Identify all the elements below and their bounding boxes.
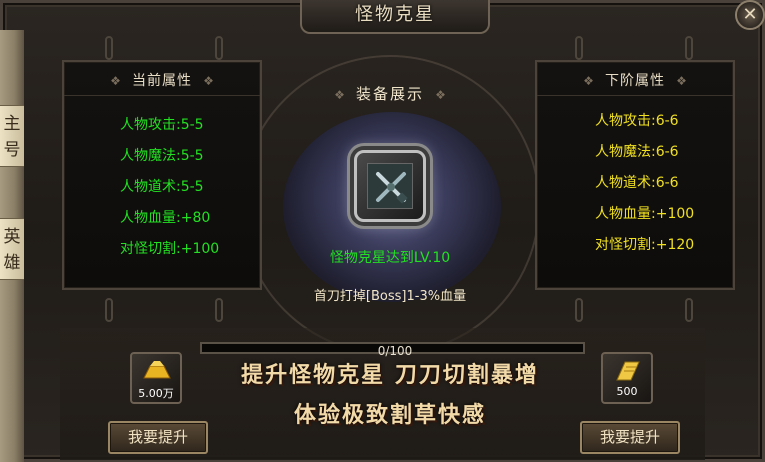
equipment-slot[interactable] bbox=[354, 150, 426, 222]
chain-decoration bbox=[685, 36, 693, 60]
ornament-icon: ❖ bbox=[676, 74, 687, 88]
current-attributes-title: 当前属性 bbox=[132, 73, 192, 89]
attribute-hp: 人物血量:+100 bbox=[595, 206, 695, 222]
ornament-icon: ❖ bbox=[110, 74, 121, 88]
attribute-hp: 人物血量:+80 bbox=[120, 210, 211, 226]
attribute-magic: 人物魔法:6-6 bbox=[595, 144, 679, 160]
next-attributes-panel: ❖ 下阶属性 ❖ 人物攻击:6-6 人物魔法:6-6 人物道术:6-6 人物血量… bbox=[535, 60, 735, 290]
unlock-requirement: 怪物克星达到LV.10 bbox=[329, 250, 451, 266]
gold-ingot-icon bbox=[143, 361, 171, 379]
scroll-cost-slot[interactable]: 500 bbox=[601, 352, 653, 404]
equipment-inner bbox=[367, 163, 413, 209]
gold-cost-slot[interactable]: 5.00万 bbox=[130, 352, 182, 404]
crossed-swords-icon bbox=[376, 172, 408, 204]
ornament-icon: ❖ bbox=[334, 88, 345, 102]
current-attributes-list: 人物攻击:5-5 人物魔法:5-5 人物道术:5-5 人物血量:+80 对怪切割… bbox=[64, 96, 260, 265]
ornament-icon: ❖ bbox=[435, 88, 446, 102]
window-title: 怪物克星 bbox=[355, 4, 435, 25]
equipment-title: 装备展示 bbox=[355, 85, 424, 103]
chain-decoration bbox=[105, 36, 113, 60]
ornament-icon: ❖ bbox=[583, 74, 594, 88]
chain-decoration bbox=[575, 36, 583, 60]
close-icon: ✕ bbox=[742, 4, 758, 25]
chain-decoration bbox=[215, 298, 223, 322]
upgrade-button-gold[interactable]: 我要提升 bbox=[108, 421, 208, 454]
attribute-magic: 人物魔法:5-5 bbox=[120, 148, 204, 164]
equipment-effect: 首刀打掉[Boss]1-3%血量 bbox=[313, 289, 467, 304]
attribute-monster-cut: 对怪切割:+100 bbox=[120, 241, 220, 257]
side-tab-main[interactable]: 主 号 bbox=[0, 105, 24, 167]
current-attributes-panel: ❖ 当前属性 ❖ 人物攻击:5-5 人物魔法:5-5 人物道术:5-5 人物血量… bbox=[62, 60, 262, 290]
next-attributes-title: 下阶属性 bbox=[605, 73, 665, 89]
upgrade-button-scroll[interactable]: 我要提升 bbox=[580, 421, 680, 454]
slogan-line-1: 提升怪物克星 刀刀切割暴增 bbox=[241, 363, 539, 388]
gold-cost-label: 5.00万 bbox=[138, 387, 174, 400]
scroll-icon bbox=[616, 361, 640, 381]
side-strip: 主 号 英 雄 bbox=[0, 30, 24, 462]
close-button[interactable]: ✕ bbox=[735, 0, 765, 30]
equipment-header: ❖ 装备展示 ❖ bbox=[305, 80, 475, 108]
scroll-cost-label: 500 bbox=[616, 385, 638, 398]
attribute-attack: 人物攻击:6-6 bbox=[595, 113, 679, 129]
chain-decoration bbox=[575, 298, 583, 322]
side-tab-hero[interactable]: 英 雄 bbox=[0, 218, 24, 280]
attribute-attack: 人物攻击:5-5 bbox=[120, 117, 204, 133]
slogan-line-2: 体验极致割草快感 bbox=[293, 403, 486, 428]
chain-decoration bbox=[105, 298, 113, 322]
attribute-taoism: 人物道术:5-5 bbox=[120, 179, 204, 195]
title-bar: 怪物克星 bbox=[300, 0, 490, 34]
next-attributes-list: 人物攻击:6-6 人物魔法:6-6 人物道术:6-6 人物血量:+100 对怪切… bbox=[537, 96, 733, 261]
panel-header: ❖ 下阶属性 ❖ bbox=[537, 62, 733, 96]
ornament-icon: ❖ bbox=[203, 74, 214, 88]
panel-header: ❖ 当前属性 ❖ bbox=[64, 62, 260, 96]
attribute-monster-cut: 对怪切割:+120 bbox=[595, 237, 695, 253]
progress-text: 0/100 bbox=[377, 344, 413, 358]
chain-decoration bbox=[215, 36, 223, 60]
attribute-taoism: 人物道术:6-6 bbox=[595, 175, 679, 191]
chain-decoration bbox=[685, 298, 693, 322]
